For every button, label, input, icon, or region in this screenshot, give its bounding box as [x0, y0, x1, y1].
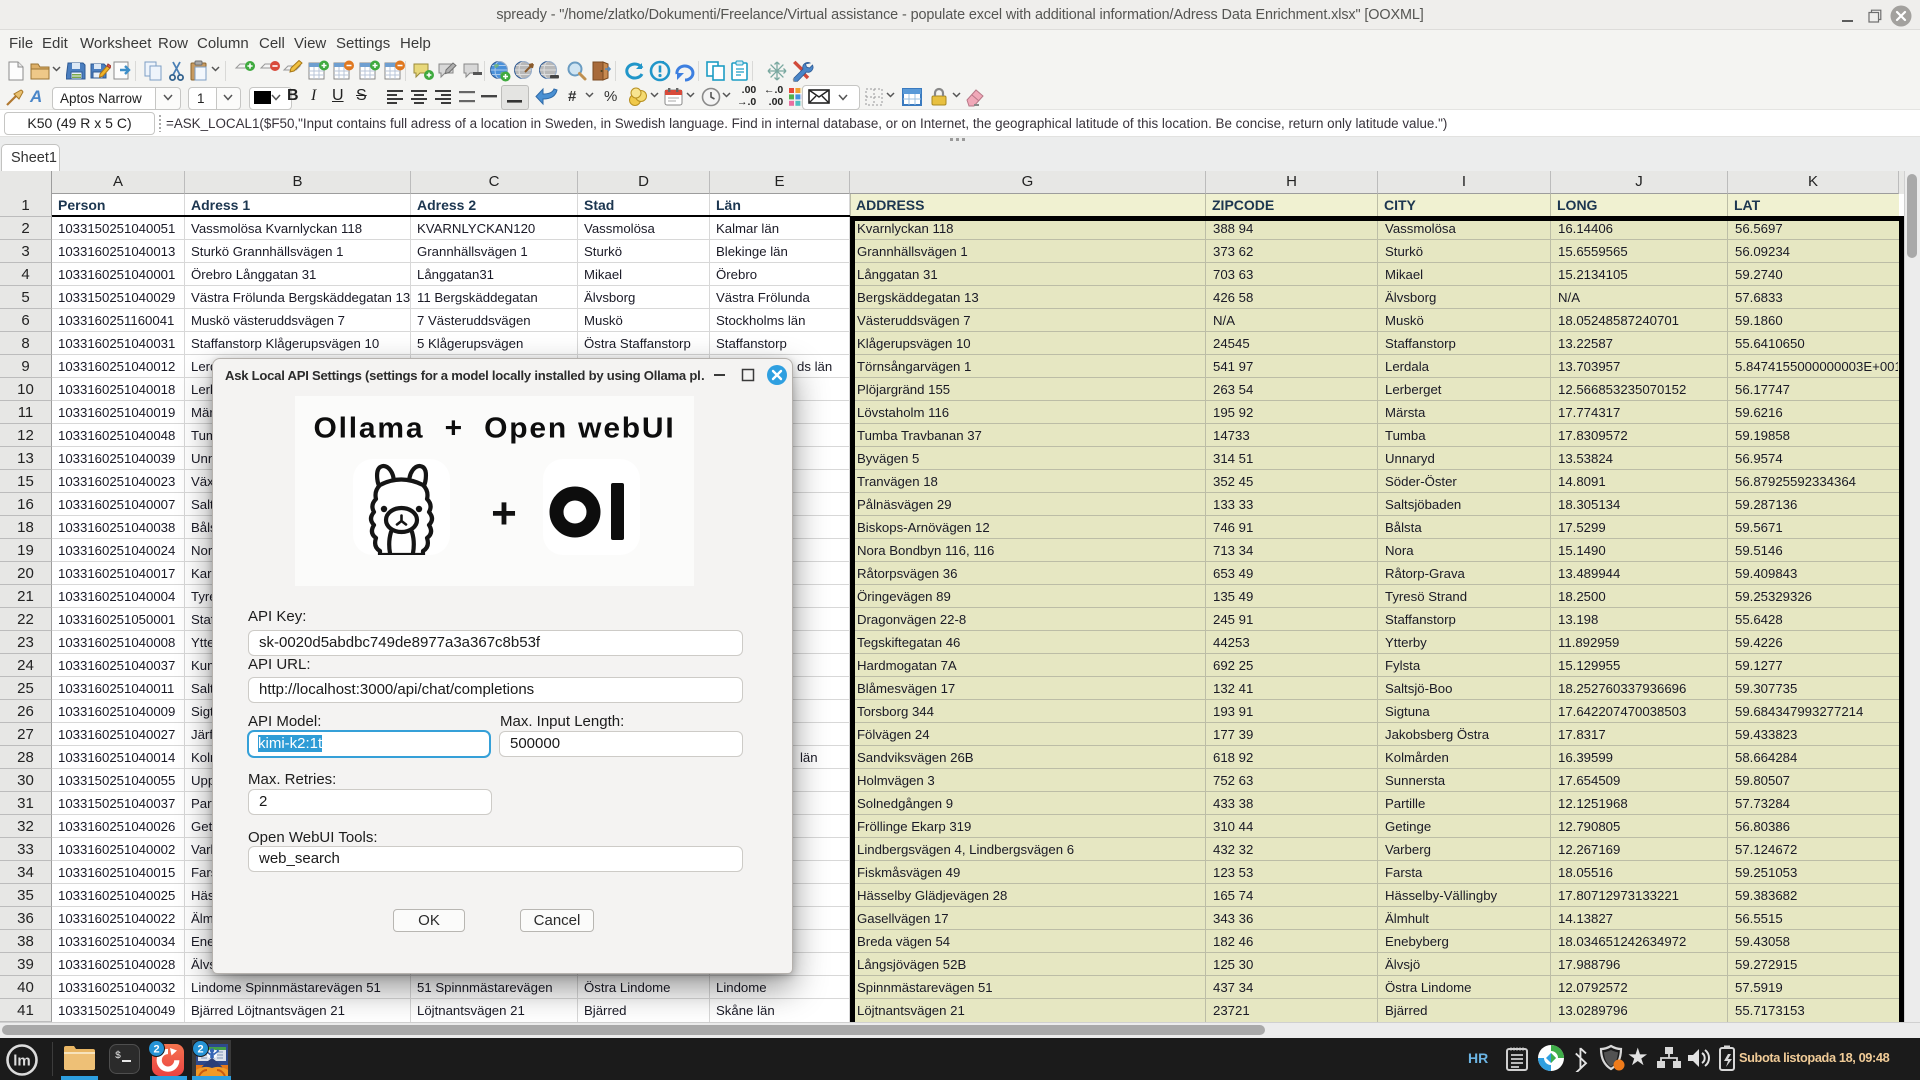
svg-text:lm: lm — [13, 1053, 31, 1070]
svg-text:2: 2 — [197, 1044, 203, 1056]
svg-text:2: 2 — [153, 1044, 159, 1056]
svg-text:$: $ — [115, 1050, 121, 1062]
